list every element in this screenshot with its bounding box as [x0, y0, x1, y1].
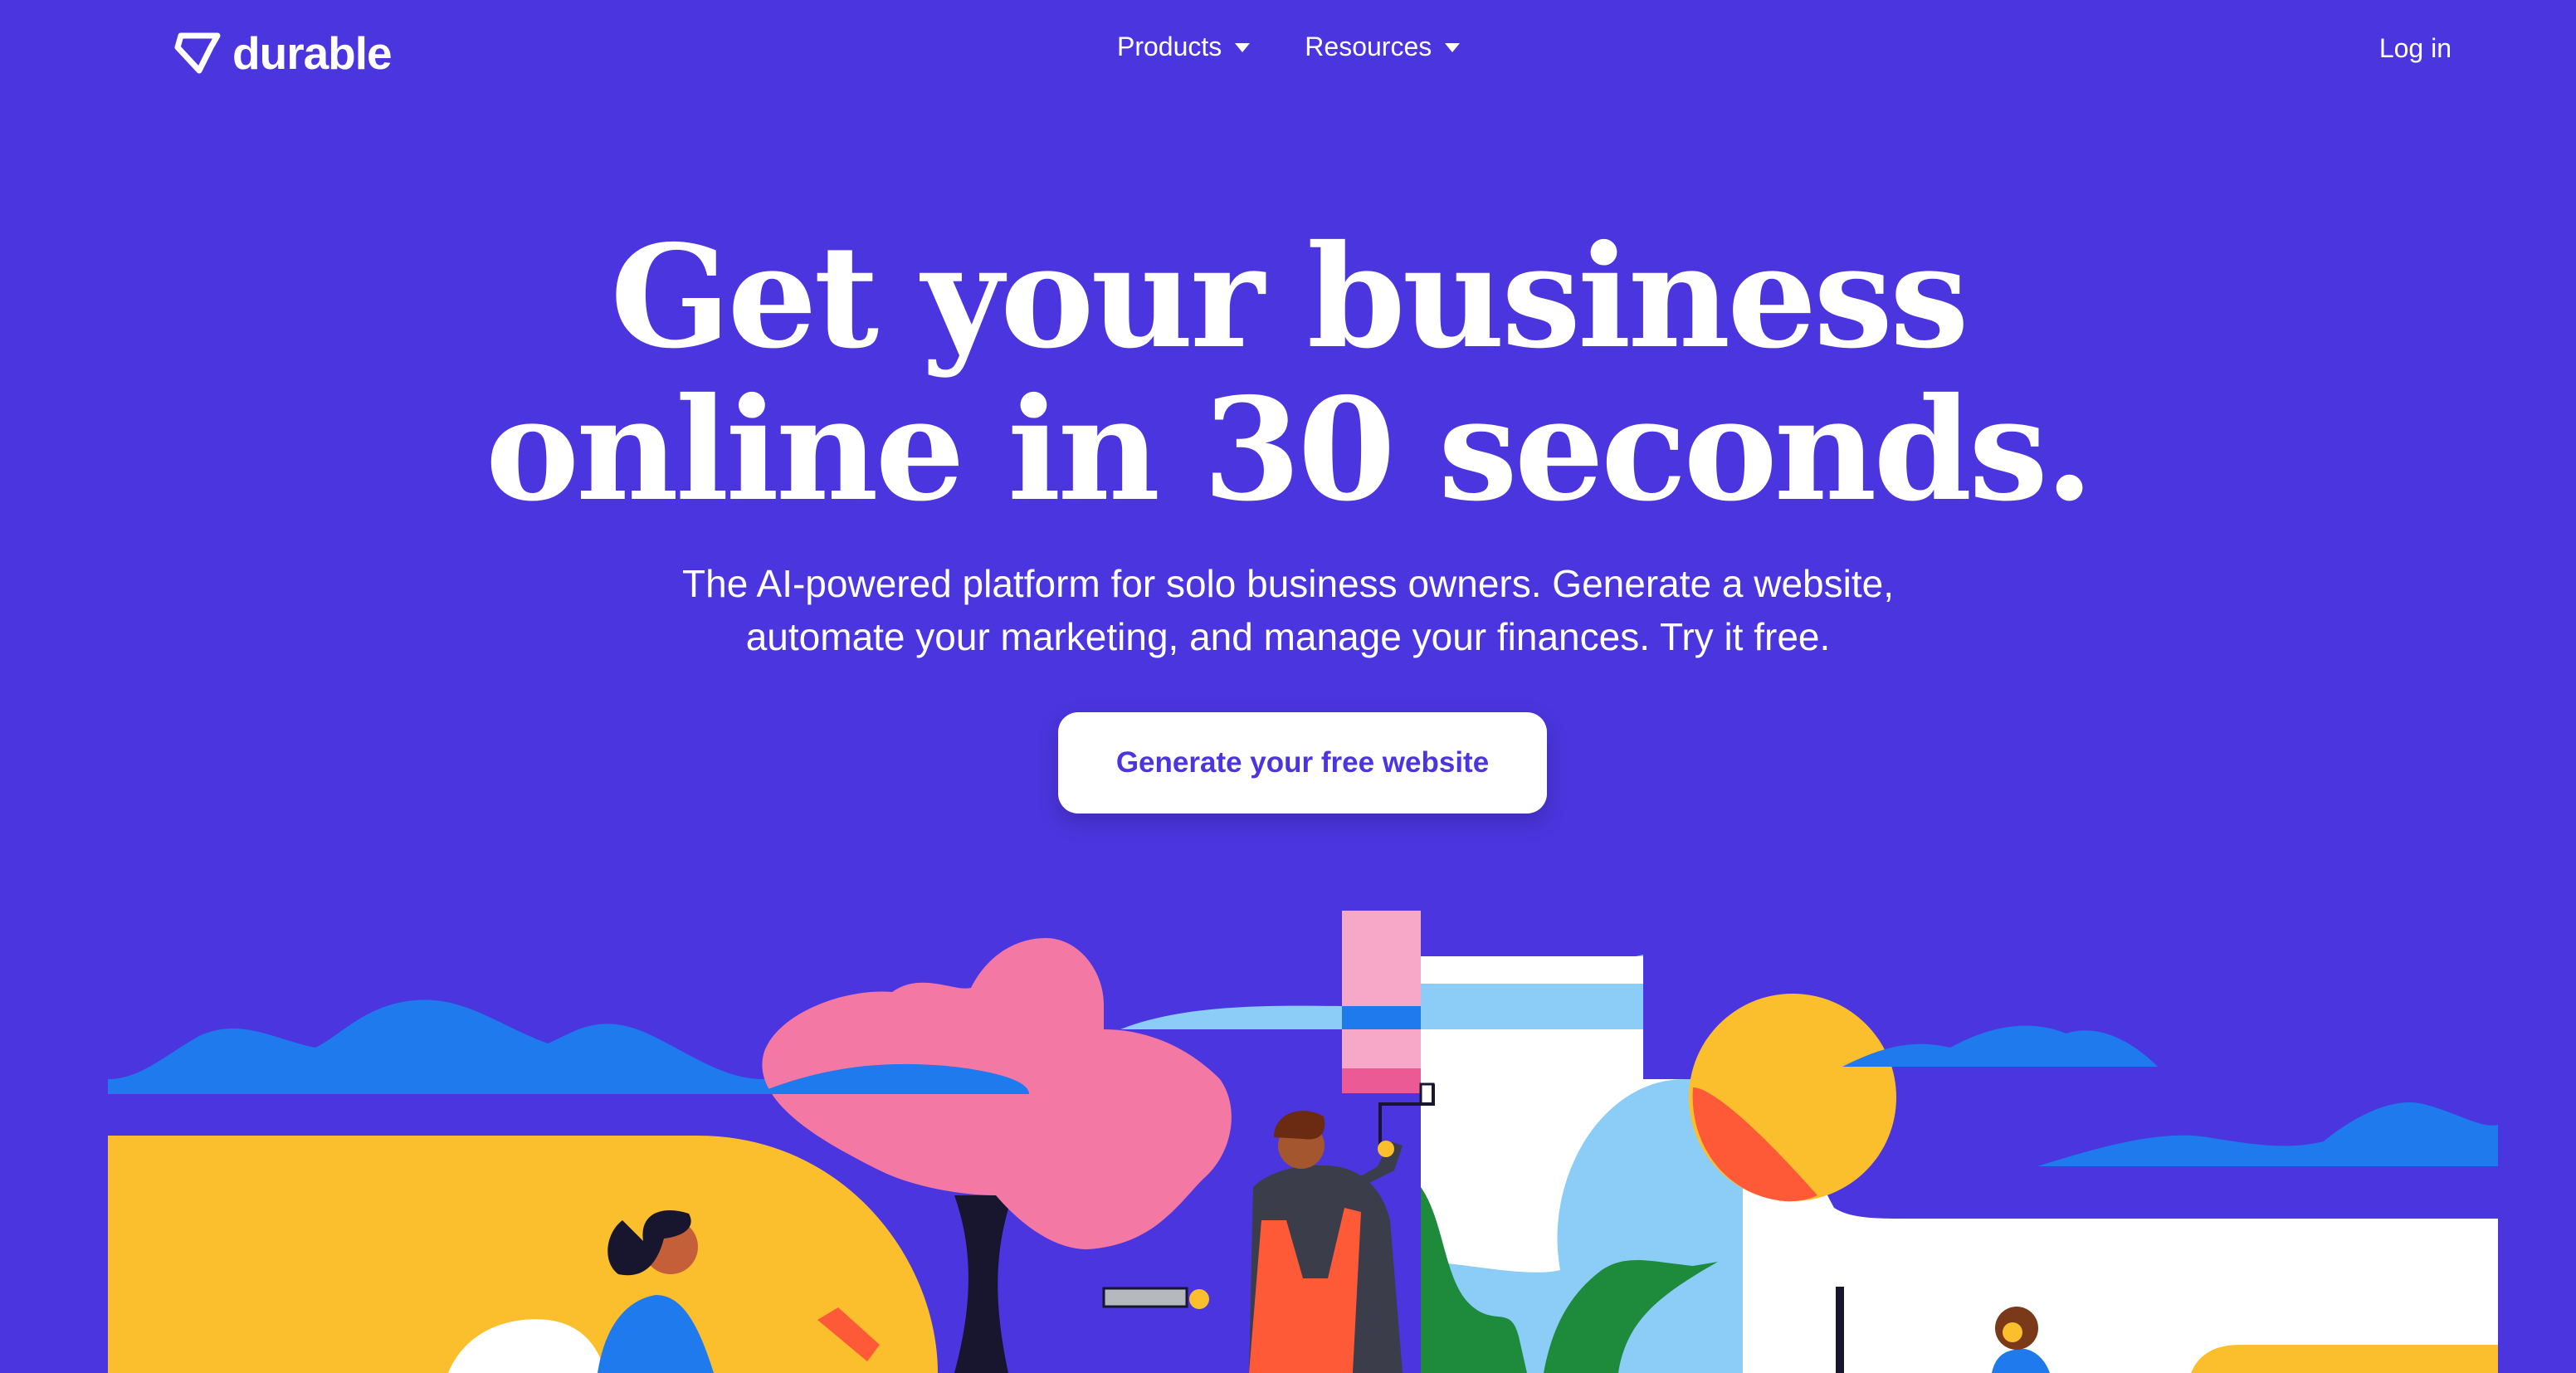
painter-hand — [1189, 1289, 1209, 1309]
pink-paint-dark — [1342, 1068, 1421, 1093]
painter-hand-raised — [1378, 1141, 1394, 1157]
hero-headline-line1: Get your business — [610, 214, 1969, 380]
headphones-icon — [2003, 1322, 2022, 1342]
right-cloud-bottom — [2037, 1102, 2498, 1166]
hero-headline: Get your business online in 30 seconds. — [0, 221, 2576, 526]
brand-logo[interactable]: durable — [174, 27, 393, 79]
right-cloud-top — [1842, 1025, 2158, 1067]
hero-illustration — [108, 911, 2498, 1373]
durable-diamond-logo-icon — [174, 32, 221, 74]
desk-lamp-pole — [1836, 1287, 1844, 1373]
nav-resources-label: Resources — [1305, 32, 1432, 61]
nav-menu: Products Resources — [1117, 32, 1461, 62]
caret-down-icon — [1445, 43, 1461, 52]
hero-headline-line2: online in 30 seconds. — [485, 367, 2094, 533]
blue-paint-stripe — [1342, 1006, 1421, 1029]
brand-name: durable — [232, 27, 393, 79]
hero-subtitle-line2: automate your marketing, and manage your… — [745, 615, 1831, 658]
top-navigation: durable Products Resources Log in — [0, 0, 2576, 105]
nav-resources-dropdown[interactable]: Resources — [1305, 32, 1461, 62]
hero-subtitle-line1: The AI-powered platform for solo busines… — [682, 562, 1894, 605]
nav-products-label: Products — [1117, 32, 1222, 61]
generate-website-button[interactable]: Generate your free website — [1058, 712, 1547, 814]
hero-subtitle: The AI-powered platform for solo busines… — [0, 557, 2576, 663]
pink-paint-light — [1342, 911, 1421, 1068]
nav-products-dropdown[interactable]: Products — [1117, 32, 1251, 62]
tree-trunk — [954, 1195, 1012, 1373]
caret-down-icon — [1235, 43, 1251, 52]
paint-tray — [1102, 1287, 1188, 1308]
sky-stripe — [1421, 984, 1643, 1029]
login-link[interactable]: Log in — [2379, 33, 2452, 64]
yellow-corner-shape — [2191, 1345, 2498, 1373]
painter-hair — [1274, 1111, 1325, 1140]
